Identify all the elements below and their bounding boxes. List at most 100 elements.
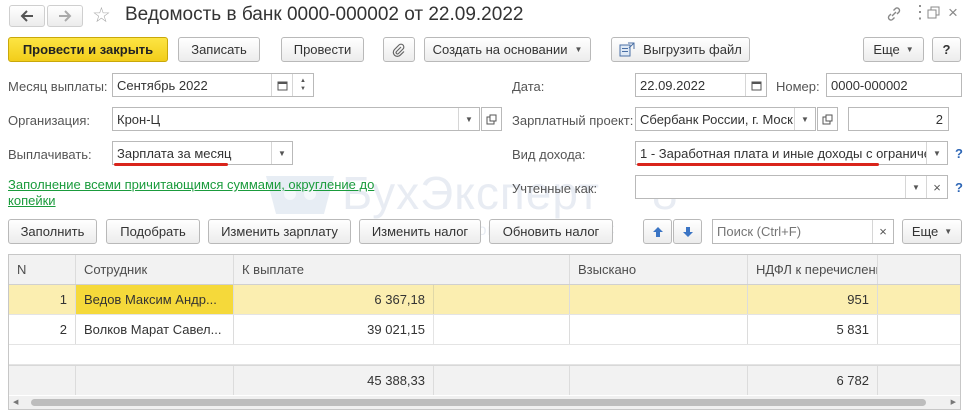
date-value: 22.09.2022	[640, 77, 706, 93]
restore-window-icon[interactable]	[927, 6, 941, 23]
employee-cell[interactable]: Волков Марат Савел...	[76, 315, 234, 344]
employees-table[interactable]: N Сотрудник К выплате Взыскано НДФЛ к пе…	[8, 254, 961, 410]
month-field[interactable]: Сентябрь 2022 ▲ ▼	[112, 73, 314, 97]
pay-amount: 6 367,18	[234, 285, 434, 314]
search-field[interactable]: ×	[712, 219, 894, 244]
income-help-icon[interactable]: ?	[955, 146, 963, 161]
post-button[interactable]: Провести	[281, 37, 364, 62]
calendar-icon[interactable]	[745, 74, 766, 96]
employee-cell[interactable]: Ведов Максим Андр...	[76, 285, 234, 314]
spin-arrows-icon[interactable]: ▲ ▼	[292, 74, 313, 96]
pay-type-field[interactable]: Зарплата за месяц ▼	[112, 141, 293, 165]
column-header-employee[interactable]: Сотрудник	[76, 255, 234, 284]
scrollbar-thumb[interactable]	[31, 399, 926, 406]
filler-cell	[878, 285, 960, 314]
page-title: Ведомость в банк 0000-000002 от 22.09.20…	[125, 4, 524, 25]
fill-mode-link[interactable]: Заполнение всеми причитающимся суммами, …	[8, 177, 403, 209]
dropdown-arrow-icon[interactable]: ▼	[905, 176, 926, 198]
row-number: 1	[9, 285, 76, 314]
column-header-n[interactable]: N	[9, 255, 76, 284]
column-header-withheld[interactable]: Взыскано	[570, 255, 748, 284]
help-button[interactable]: ?	[932, 37, 961, 62]
dropdown-arrow-icon[interactable]: ▼	[926, 142, 947, 164]
move-down-button[interactable]	[673, 219, 702, 244]
save-button[interactable]: Записать	[178, 37, 260, 62]
scroll-left-icon[interactable]: ◀	[13, 398, 18, 406]
counted-help-icon[interactable]: ?	[955, 180, 963, 195]
chevron-down-icon: ▼	[905, 45, 914, 54]
column-header-pay[interactable]: К выплате	[234, 255, 570, 284]
star-icon[interactable]: ☆	[92, 3, 111, 28]
salary-project-field[interactable]: Сбербанк России, г. Моск ▼	[635, 107, 816, 131]
export-icon	[619, 42, 635, 57]
open-project-button[interactable]	[817, 107, 838, 131]
date-field[interactable]: 22.09.2022	[635, 73, 767, 97]
table-row[interactable]: 2 Волков Марат Савел... 39 021,15 5 831	[9, 315, 960, 345]
chevron-down-icon: ▼	[574, 45, 583, 54]
table-more-label: Еще	[911, 224, 939, 239]
dropdown-arrow-icon[interactable]: ▼	[458, 108, 479, 130]
create-based-on-label: Создать на основании	[432, 42, 568, 57]
number-label: Номер:	[776, 79, 820, 94]
open-organization-button[interactable]	[481, 107, 502, 131]
scroll-right-icon[interactable]: ▶	[951, 398, 956, 406]
search-input[interactable]	[713, 223, 872, 240]
table-row[interactable]: 1 Ведов Максим Андр... 6 367,18 951	[9, 285, 960, 315]
dropdown-arrow-icon[interactable]: ▼	[271, 142, 292, 164]
back-button[interactable]	[9, 5, 45, 27]
open-window-icon	[822, 114, 833, 124]
income-type-field[interactable]: 1 - Заработная плата и иные доходы с огр…	[635, 141, 948, 165]
project-count-field[interactable]: 2	[848, 107, 949, 131]
horizontal-scrollbar[interactable]: ◀ ▶	[9, 396, 960, 409]
clear-icon[interactable]: ×	[926, 176, 947, 198]
counted-as-field[interactable]: ▼ ×	[635, 175, 948, 199]
pay-type-value: Зарплата за месяц	[117, 145, 232, 161]
dropdown-arrow-icon[interactable]: ▼	[794, 108, 815, 130]
pay-cell: 39 021,15	[234, 315, 570, 344]
fill-button[interactable]: Заполнить	[8, 219, 97, 244]
number-value: 0000-000002	[831, 77, 908, 93]
arrow-right-icon	[59, 10, 72, 22]
red-underline	[114, 163, 228, 166]
move-up-button[interactable]	[643, 219, 672, 244]
change-tax-button[interactable]: Изменить налог	[359, 219, 481, 244]
total-pay: 45 388,33	[234, 366, 434, 395]
export-file-label: Выгрузить файл	[643, 42, 742, 57]
counted-as-label: Учтенные как:	[512, 181, 598, 196]
number-field[interactable]: 0000-000002	[826, 73, 962, 97]
table-header: N Сотрудник К выплате Взыскано НДФЛ к пе…	[9, 255, 960, 285]
organization-field[interactable]: Крон-Ц ▼	[112, 107, 480, 131]
pay-cell: 6 367,18	[234, 285, 570, 314]
link-icon[interactable]	[886, 6, 902, 25]
attach-button[interactable]	[383, 37, 415, 62]
close-icon[interactable]: ×	[948, 3, 958, 23]
withheld-cell	[570, 285, 748, 314]
export-file-button[interactable]: Выгрузить файл	[611, 37, 750, 62]
income-type-value: 1 - Заработная плата и иные доходы с огр…	[640, 145, 926, 161]
create-based-on-button[interactable]: Создать на основании ▼	[424, 37, 591, 62]
open-window-icon	[486, 114, 497, 124]
table-empty-row	[9, 345, 960, 365]
change-salary-button[interactable]: Изменить зарплату	[208, 219, 351, 244]
forward-button[interactable]	[47, 5, 83, 27]
pay-type-label: Выплачивать:	[8, 147, 92, 162]
column-header-tax[interactable]: НДФЛ к перечислению	[748, 255, 878, 284]
organization-value: Крон-Ц	[117, 111, 161, 127]
total-tax: 6 782	[748, 366, 878, 395]
more-button[interactable]: Еще ▼	[863, 37, 924, 62]
filler-cell	[878, 315, 960, 344]
tax-cell: 5 831	[748, 315, 878, 344]
update-tax-button[interactable]: Обновить налог	[489, 219, 613, 244]
income-type-label: Вид дохода:	[512, 147, 586, 162]
total-pay-cell: 45 388,33	[234, 366, 570, 395]
clear-search-icon[interactable]: ×	[872, 220, 893, 243]
column-header-filler	[878, 255, 960, 284]
tax-cell: 951	[748, 285, 878, 314]
pay-amount: 39 021,15	[234, 315, 434, 344]
calendar-icon[interactable]	[271, 74, 292, 96]
table-more-button[interactable]: Еще ▼	[902, 219, 962, 244]
chevron-down-icon: ▼	[944, 227, 953, 236]
post-and-close-button[interactable]: Провести и закрыть	[8, 37, 168, 62]
salary-project-value: Сбербанк России, г. Моск	[640, 111, 793, 127]
select-button[interactable]: Подобрать	[106, 219, 200, 244]
